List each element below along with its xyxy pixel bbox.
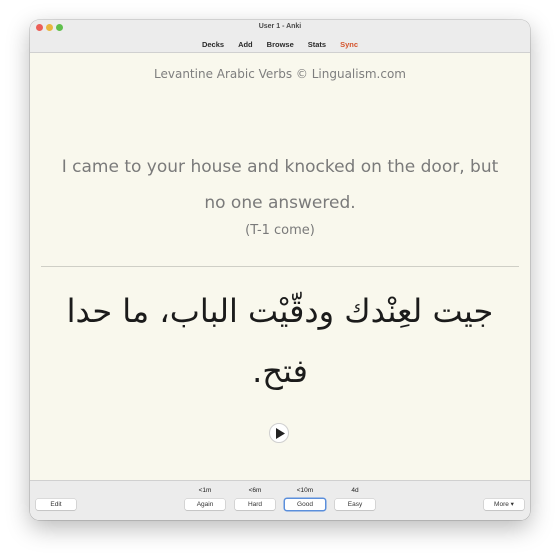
good-button[interactable]: Good	[285, 499, 325, 510]
main-toolbar: Decks Add Browse Stats Sync	[30, 36, 530, 53]
hard-button[interactable]: Hard	[235, 499, 275, 510]
title-bar: User 1 - Anki	[30, 20, 530, 36]
review-bottom-bar: Edit <1m Again <6m Hard <10m Good 4d Eas…	[30, 480, 530, 520]
card-hint: (T-1 come)	[245, 223, 315, 238]
deck-name: Levantine Arabic Verbs © Lingualism.com	[154, 67, 406, 81]
card-view: Levantine Arabic Verbs © Lingualism.com …	[30, 53, 530, 480]
play-icon	[276, 428, 285, 439]
hard-interval: <6m	[248, 487, 262, 494]
again-interval: <1m	[198, 487, 212, 494]
toolbar-decks[interactable]: Decks	[195, 40, 231, 49]
easy-button[interactable]: Easy	[335, 499, 375, 510]
good-interval: <10m	[296, 487, 314, 494]
card-back-text: جيت لعِنْدك ودقّيْت الباب، ما حدا فتح.	[66, 292, 494, 390]
play-audio-button[interactable]	[269, 423, 289, 443]
toolbar-browse[interactable]: Browse	[260, 40, 301, 49]
anki-window: User 1 - Anki Decks Add Browse Stats Syn…	[30, 20, 530, 520]
toolbar-sync[interactable]: Sync	[333, 40, 365, 49]
window-title: User 1 - Anki	[258, 23, 302, 30]
answer-divider	[41, 266, 519, 267]
more-button[interactable]: More ▾	[484, 499, 524, 510]
toolbar-stats[interactable]: Stats	[301, 40, 333, 49]
edit-button[interactable]: Edit	[36, 499, 76, 510]
again-button[interactable]: Again	[185, 499, 225, 510]
card-front-text: I came to your house and knocked on the …	[61, 157, 499, 213]
easy-interval: 4d	[351, 487, 359, 494]
toolbar-add[interactable]: Add	[231, 40, 260, 49]
